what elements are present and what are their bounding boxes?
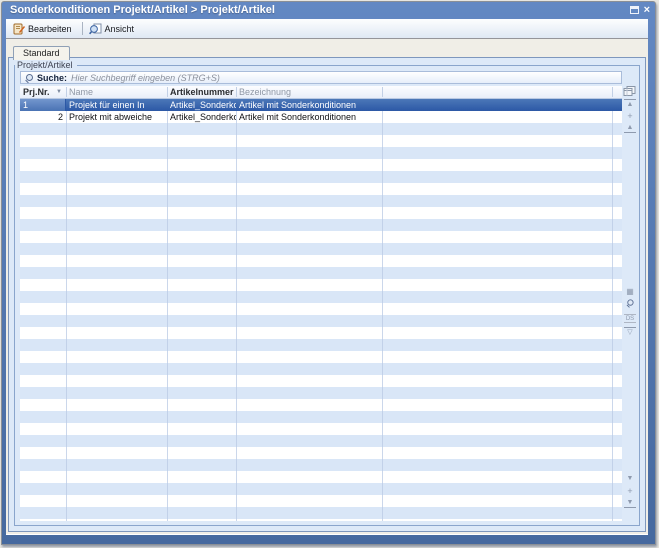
- groupbox-label: Projekt/Artikel: [15, 59, 77, 71]
- table-row[interactable]: 2 Projekt mit abweiche Artikel_Sonderkon…: [20, 111, 622, 123]
- window-title: Sonderkonditionen Projekt/Artikel > Proj…: [10, 4, 630, 16]
- cell-name[interactable]: Projekt mit abweiche: [66, 111, 167, 123]
- scroll-top-icon[interactable]: ▲: [624, 99, 636, 109]
- grid-rows-area[interactable]: 1 Projekt für einen In Artikel_Sonderkon…: [20, 99, 622, 521]
- title-bar[interactable]: Sonderkonditionen Projekt/Artikel > Proj…: [2, 2, 655, 18]
- view-magnifier-icon: [89, 23, 102, 35]
- tab-standard[interactable]: Standard: [13, 46, 70, 60]
- toolbar-separator: [82, 22, 83, 35]
- cell-bezeichnung[interactable]: Artikel mit Sonderkonditionen: [236, 111, 382, 123]
- cell-name[interactable]: Projekt für einen In: [66, 99, 167, 111]
- grid-side-toolbar: ▲ + ▲ ▦ DS ▽ ▼ + ▼: [624, 86, 636, 521]
- cell-prjnr[interactable]: 1: [20, 99, 66, 111]
- tab-area: Standard Projekt/Artikel Suche: Hier Suc…: [6, 39, 648, 534]
- cell-bezeichnung[interactable]: Artikel mit Sonderkonditionen: [236, 99, 382, 111]
- column-header-artikelnummer[interactable]: Artikelnummer: [167, 86, 236, 98]
- window-client: Bearbeiten Ansicht Standard Projekt/Arti…: [6, 19, 648, 535]
- tab-panel: Projekt/Artikel Suche: Hier Suchbegriff …: [8, 57, 646, 532]
- table-row-selected[interactable]: 1 Projekt für einen In Artikel_Sonderkon…: [20, 99, 622, 111]
- card-view-icon[interactable]: ▦: [624, 287, 636, 297]
- edit-icon: [13, 23, 25, 35]
- search-bar[interactable]: Suche: Hier Suchbegriff eingeben (STRG+S…: [20, 71, 622, 84]
- grid-header: Prj.Nr. ▼ Name Artikelnummer Bezeichnung: [20, 86, 622, 99]
- column-chooser-icon[interactable]: [623, 86, 636, 97]
- scroll-up-icon[interactable]: ▲: [624, 123, 636, 133]
- cell-artikelnummer[interactable]: Artikel_Sonderkonditic: [167, 111, 236, 123]
- projekt-artikel-grid: Prj.Nr. ▼ Name Artikelnummer Bezeichnung: [20, 86, 622, 521]
- search-icon: [25, 74, 33, 82]
- toolbar: Bearbeiten Ansicht: [6, 19, 648, 39]
- insert-row-icon[interactable]: +: [624, 111, 636, 121]
- zoom-magnifier-icon: [626, 299, 633, 306]
- search-placeholder: Hier Suchbegriff eingeben (STRG+S): [71, 73, 220, 83]
- scroll-down-icon[interactable]: ▼: [624, 474, 636, 484]
- cell-artikelnummer[interactable]: Artikel_Sonderkonditic: [167, 99, 236, 111]
- projekt-artikel-groupbox: Projekt/Artikel Suche: Hier Suchbegriff …: [14, 65, 640, 526]
- tab-strip: Standard: [8, 42, 646, 57]
- sort-desc-icon: ▼: [56, 89, 62, 95]
- append-row-icon[interactable]: +: [624, 486, 636, 496]
- zoom-icon[interactable]: [624, 299, 636, 309]
- filter-icon[interactable]: ▽: [624, 327, 636, 337]
- close-icon[interactable]: ×: [644, 5, 650, 15]
- restore-icon[interactable]: [630, 6, 639, 14]
- dataset-icon[interactable]: DS: [624, 314, 636, 323]
- search-label: Suche:: [37, 73, 67, 83]
- ansicht-label: Ansicht: [105, 24, 135, 34]
- app-window: Sonderkonditionen Projekt/Artikel > Proj…: [1, 1, 656, 545]
- ansicht-button[interactable]: Ansicht: [86, 22, 142, 36]
- cell-prjnr[interactable]: 2: [20, 111, 66, 123]
- bearbeiten-button[interactable]: Bearbeiten: [10, 22, 79, 36]
- bearbeiten-label: Bearbeiten: [28, 24, 72, 34]
- column-header-name[interactable]: Name: [66, 86, 167, 98]
- scroll-end-icon[interactable]: ▼: [624, 498, 636, 508]
- column-header-bezeichnung[interactable]: Bezeichnung: [236, 86, 382, 98]
